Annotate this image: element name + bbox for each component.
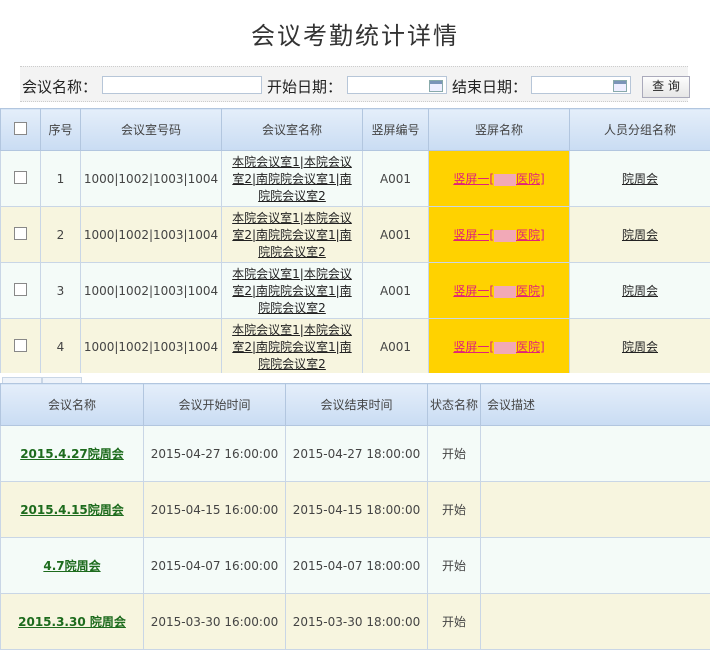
meeting-name-label: 会议名称： [22,78,98,96]
meeting-start: 2015-04-07 16:00:00 [143,537,286,594]
screen-name-link[interactable]: 竖屏一[ 医院] [453,228,544,242]
table-row: 3 1000|1002|1003|1004 本院会议室1|本院会议室2|南院院会… [0,262,710,319]
row-checkbox[interactable] [14,282,27,296]
meeting-status: 开始 [427,481,481,538]
room-numbers: 1000|1002|1003|1004 [80,262,222,319]
end-date-input[interactable] [531,76,631,94]
redacted-mark [494,285,516,298]
group-name-link[interactable]: 院周会 [622,172,658,186]
screen-name-prefix: 竖屏一[ [453,172,494,186]
col-header-screen-name: 竖屏名称 [428,108,570,151]
col-header-no: 序号 [40,108,81,151]
screen-name-suffix: 医院] [516,340,545,354]
start-date-label: 开始日期： [267,78,343,96]
tab-strip [0,373,710,384]
row-no: 2 [40,206,81,263]
meeting-desc [480,537,710,594]
screen-no: A001 [362,150,429,207]
redacted-mark [494,173,516,186]
meeting-end: 2015-04-07 18:00:00 [285,537,428,594]
meeting-end: 2015-04-15 18:00:00 [285,481,428,538]
row-no: 3 [40,262,81,319]
end-date-label: 结束日期： [452,78,528,96]
page-title: 会议考勤统计详情 [251,22,459,50]
screen-no: A001 [362,318,429,375]
meeting-end: 2015-03-30 18:00:00 [285,593,428,650]
calendar-icon[interactable] [613,80,627,92]
table-row: 4.7院周会 2015-04-07 16:00:00 2015-04-07 18… [0,537,710,594]
screen-table: 序号 会议室号码 会议室名称 竖屏编号 竖屏名称 人员分组名称 1 1000|1… [0,108,710,375]
redacted-mark [494,229,516,242]
table-row: 2015.3.30 院周会 2015-03-30 16:00:00 2015-0… [0,593,710,650]
meeting-status: 开始 [427,425,481,482]
col-header-screen-no: 竖屏编号 [362,108,429,151]
row-no: 1 [40,150,81,207]
screen-name-link[interactable]: 竖屏一[ 医院] [453,284,544,298]
table-row: 4 1000|1002|1003|1004 本院会议室1|本院会议室2|南院院会… [0,318,710,375]
group-name-link[interactable]: 院周会 [622,340,658,354]
select-all-checkbox[interactable] [14,121,27,135]
room-numbers: 1000|1002|1003|1004 [80,206,222,263]
meeting-name-link[interactable]: 4.7院周会 [43,559,100,573]
col-header-group-name: 人员分组名称 [569,108,710,151]
table-row: 1 1000|1002|1003|1004 本院会议室1|本院会议室2|南院院会… [0,150,710,207]
col-header-start-time: 会议开始时间 [143,383,286,426]
meeting-status: 开始 [427,537,481,594]
room-numbers: 1000|1002|1003|1004 [80,150,222,207]
screen-name-link[interactable]: 竖屏一[ 医院] [453,172,544,186]
redacted-mark [494,341,516,354]
row-checkbox[interactable] [14,338,27,352]
start-date-input[interactable] [347,76,447,94]
group-name-link[interactable]: 院周会 [622,284,658,298]
meeting-table: 会议名称 会议开始时间 会议结束时间 状态名称 会议描述 2015.4.27院周… [0,383,710,650]
screen-no: A001 [362,262,429,319]
meeting-name-link[interactable]: 2015.4.27院周会 [20,447,124,461]
col-header-description: 会议描述 [480,383,710,426]
meeting-desc [480,481,710,538]
room-names-link[interactable]: 本院会议室1|本院会议室2|南院院会议室1|南院院会议室2 [232,323,352,371]
screen-name-link[interactable]: 竖屏一[ 医院] [453,340,544,354]
meeting-start: 2015-04-15 16:00:00 [143,481,286,538]
col-header-meeting-name: 会议名称 [0,383,144,426]
screen-name-prefix: 竖屏一[ [453,284,494,298]
meeting-name-link[interactable]: 2015.4.15院周会 [20,503,124,517]
table-row: 2015.4.15院周会 2015-04-15 16:00:00 2015-04… [0,481,710,538]
table-row: 2015.4.27院周会 2015-04-27 16:00:00 2015-04… [0,425,710,482]
col-header-end-time: 会议结束时间 [285,383,428,426]
select-all-header[interactable] [0,108,41,151]
meeting-start: 2015-04-27 16:00:00 [143,425,286,482]
group-name-link[interactable]: 院周会 [622,228,658,242]
col-header-status: 状态名称 [427,383,481,426]
calendar-icon[interactable] [429,80,443,92]
col-header-room-name: 会议室名称 [221,108,363,151]
row-checkbox[interactable] [14,226,27,240]
meeting-desc [480,425,710,482]
room-numbers: 1000|1002|1003|1004 [80,318,222,375]
meeting-end: 2015-04-27 18:00:00 [285,425,428,482]
table-row: 2 1000|1002|1003|1004 本院会议室1|本院会议室2|南院院会… [0,206,710,263]
meeting-start: 2015-03-30 16:00:00 [143,593,286,650]
row-checkbox[interactable] [14,170,27,184]
room-names-link[interactable]: 本院会议室1|本院会议室2|南院院会议室1|南院院会议室2 [232,211,352,259]
meeting-name-link[interactable]: 2015.3.30 院周会 [18,615,126,629]
meeting-name-input[interactable] [102,76,262,94]
screen-name-suffix: 医院] [516,172,545,186]
screen-no: A001 [362,206,429,263]
screen-name-suffix: 医院] [516,284,545,298]
screen-name-prefix: 竖屏一[ [453,340,494,354]
meeting-status: 开始 [427,593,481,650]
search-bar: 会议名称： 开始日期： 结束日期： 查 询 [20,66,690,102]
screen-name-suffix: 医院] [516,228,545,242]
row-no: 4 [40,318,81,375]
screen-name-prefix: 竖屏一[ [453,228,494,242]
room-names-link[interactable]: 本院会议室1|本院会议室2|南院院会议室1|南院院会议室2 [232,267,352,315]
meeting-desc [480,593,710,650]
col-header-room-number: 会议室号码 [80,108,222,151]
room-names-link[interactable]: 本院会议室1|本院会议室2|南院院会议室1|南院院会议室2 [232,155,352,203]
search-button[interactable]: 查 询 [642,76,690,98]
